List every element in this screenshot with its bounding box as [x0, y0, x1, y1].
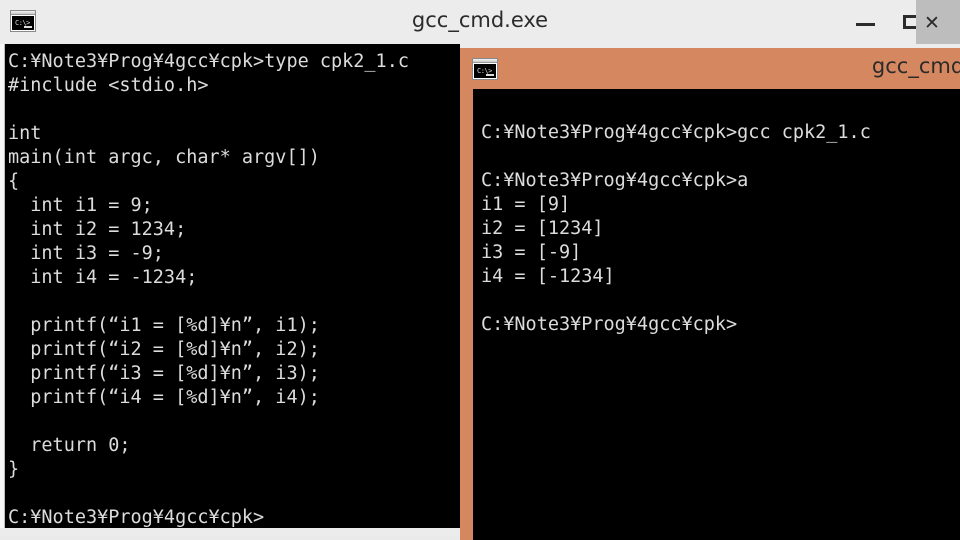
minimize-button[interactable] — [844, 0, 888, 44]
console-line: int i3 = -9; — [8, 243, 164, 264]
console-line: } — [8, 459, 20, 480]
console-line: C:¥Note3¥Prog¥4gcc¥cpk> — [481, 314, 738, 335]
console-line: int — [8, 123, 42, 144]
console-text-back: C:¥Note3¥Prog¥4gcc¥cpk>type cpk2_1.c #inc… — [8, 50, 409, 528]
console-line: C:¥Note3¥Prog¥4gcc¥cpk> — [8, 507, 265, 528]
console-line: C:¥Note3¥Prog¥4gcc¥cpk>a — [481, 170, 749, 191]
minimize-icon — [856, 23, 875, 26]
screen: C:\> gcc_cmd.exe ✕ C:¥Note3¥Prog¥4gcc¥cp… — [0, 0, 960, 540]
window-gcc-cmd-front[interactable]: C:\> gcc_cmd.exe C:¥Note3¥Prog¥4gcc¥cpk>… — [460, 48, 960, 540]
console-text-front: C:¥Note3¥Prog¥4gcc¥cpk>gcc cpk2_1.c C:¥No… — [481, 121, 871, 337]
console-line: i2 = [1234] — [481, 218, 604, 239]
console-line: #include <stdio.h> — [8, 75, 209, 96]
console-line: printf(“i2 = [%d]¥n”, i2); — [8, 339, 320, 360]
console-line: i4 = [-1234] — [481, 266, 615, 287]
window-title-back: gcc_cmd.exe — [411, 8, 549, 32]
titlebar-front[interactable]: C:\> gcc_cmd.exe — [460, 48, 960, 89]
console-line: printf(“i4 = [%d]¥n”, i4); — [8, 387, 320, 408]
console-line: printf(“i3 = [%d]¥n”, i3); — [8, 363, 320, 384]
window-title-front: gcc_cmd.exe — [871, 54, 960, 78]
console-line: int i4 = -1234; — [8, 267, 198, 288]
console-output-back[interactable]: C:¥Note3¥Prog¥4gcc¥cpk>type cpk2_1.c #inc… — [5, 44, 460, 528]
console-line: return 0; — [8, 435, 131, 456]
titlebar-back[interactable]: C:\> gcc_cmd.exe ✕ — [0, 0, 960, 44]
console-output-front[interactable]: C:¥Note3¥Prog¥4gcc¥cpk>gcc cpk2_1.c C:¥No… — [473, 89, 960, 540]
close-button[interactable]: ✕ — [916, 0, 960, 44]
console-line: printf(“i1 = [%d]¥n”, i1); — [8, 315, 320, 336]
console-line: { — [8, 171, 20, 192]
console-line: int i2 = 1234; — [8, 219, 187, 240]
console-line: int i1 = 9; — [8, 195, 153, 216]
console-line: main(int argc, char* argv[]) — [8, 147, 320, 168]
console-line: C:¥Note3¥Prog¥4gcc¥cpk>type cpk2_1.c — [8, 51, 409, 72]
console-line: i3 = [-9] — [481, 242, 582, 263]
console-line: C:¥Note3¥Prog¥4gcc¥cpk>gcc cpk2_1.c — [481, 122, 871, 143]
console-line: i1 = [9] — [481, 194, 571, 215]
close-icon: ✕ — [924, 12, 940, 34]
